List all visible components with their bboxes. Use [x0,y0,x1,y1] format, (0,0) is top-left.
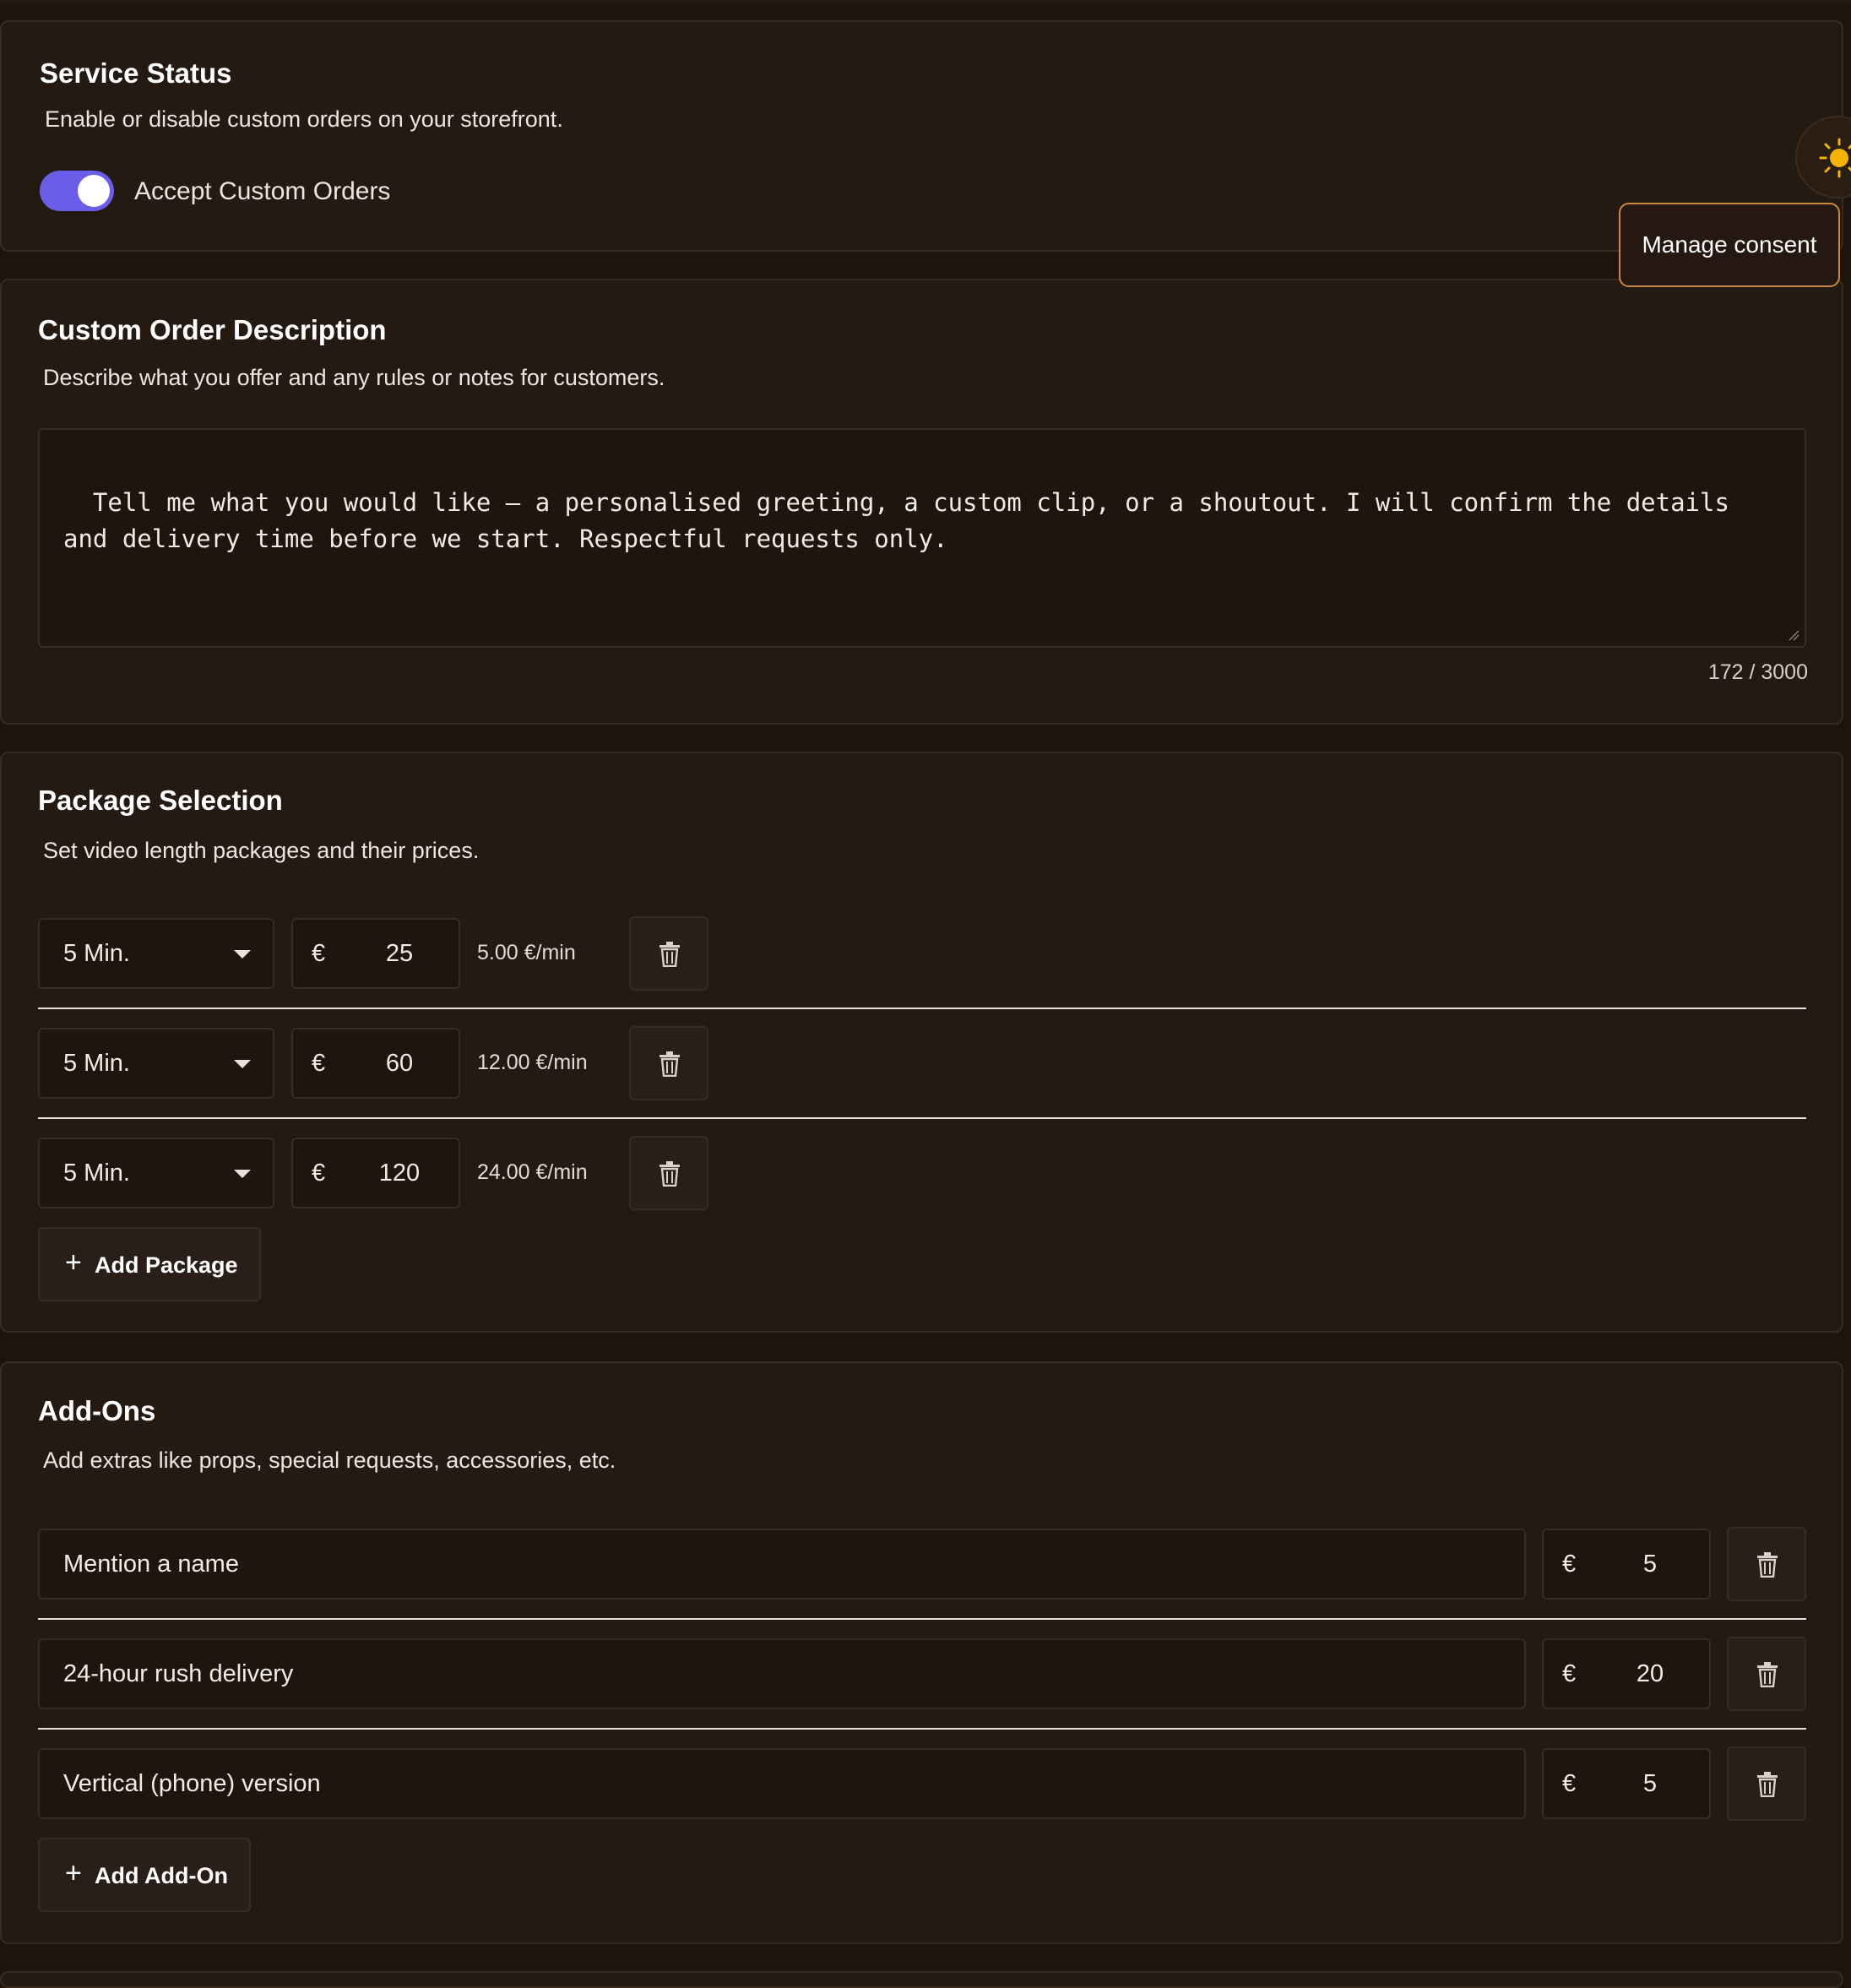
delete-package-button[interactable] [629,916,708,991]
top-edge [0,0,1851,5]
addon-name-value: 24-hour rush delivery [63,1660,294,1687]
addon-price-input[interactable]: € 5 [1542,1748,1711,1819]
description-textarea[interactable]: Tell me what you would like – a personal… [38,428,1806,648]
addon-name-value: Vertical (phone) version [63,1770,321,1797]
package-per-minute: 12.00 €/min [477,1051,588,1074]
package-price-value: 120 [378,1160,421,1187]
row-divider [38,1008,1806,1009]
package-per-minute: 24.00 €/min [477,1160,588,1184]
addon-price-value: 5 [1642,1551,1658,1578]
resize-grip-icon[interactable] [1788,629,1799,641]
character-counter: 172 / 3000 [1707,660,1808,684]
sun-icon [1819,138,1851,178]
euro-icon: € [312,1160,326,1187]
addons-title: Add-Ons [38,1395,156,1426]
addon-price-value: 20 [1636,1660,1664,1687]
trash-icon [1757,1552,1778,1578]
next-card-edge [0,1971,1843,1988]
package-length-select[interactable]: 5 Min. [38,1138,274,1209]
euro-icon: € [1562,1660,1577,1687]
euro-icon: € [1562,1551,1577,1578]
addon-name-value: Mention a name [63,1551,239,1578]
trash-icon [660,942,680,967]
add-addon-button[interactable]: + Add Add-On [38,1838,251,1912]
plus-icon: + [65,1857,82,1889]
plus-icon: + [65,1247,82,1279]
addon-price-value: 5 [1642,1770,1658,1797]
row-divider [38,1728,1806,1730]
package-length-select[interactable]: 5 Min. [38,1028,274,1099]
service-status-subtitle: Enable or disable custom orders on your … [45,106,563,132]
add-package-label: Add Package [95,1252,238,1278]
trash-icon [660,1051,680,1077]
package-per-minute: 5.00 €/min [477,941,576,964]
delete-addon-button[interactable] [1727,1746,1806,1821]
package-length-value: 5 Min. [63,1160,130,1187]
description-text: Tell me what you would like – a personal… [63,488,1745,553]
package-price-input[interactable]: € 60 [291,1028,460,1099]
package-length-value: 5 Min. [63,1050,130,1077]
delete-package-button[interactable] [629,1136,708,1210]
addon-price-input[interactable]: € 5 [1542,1529,1711,1600]
addon-price-input[interactable]: € 20 [1542,1638,1711,1709]
chevron-down-icon [234,1170,251,1178]
addons-subtitle: Add extras like props, special requests,… [43,1448,616,1473]
trash-icon [660,1161,680,1187]
package-title: Package Selection [38,785,283,816]
delete-addon-button[interactable] [1727,1637,1806,1711]
delete-package-button[interactable] [629,1026,708,1100]
trash-icon [1757,1772,1778,1797]
delete-addon-button[interactable] [1727,1527,1806,1601]
addon-name-input[interactable]: Mention a name [38,1529,1526,1600]
package-price-input[interactable]: € 120 [291,1138,460,1209]
row-divider [38,1117,1806,1119]
euro-icon: € [312,940,326,967]
accept-orders-label: Accept Custom Orders [134,177,391,205]
package-price-value: 60 [385,1050,414,1077]
euro-icon: € [1562,1770,1577,1797]
package-length-select[interactable]: 5 Min. [38,918,274,989]
package-price-value: 25 [385,940,414,967]
toggle-knob [78,175,110,207]
row-divider [38,1618,1806,1620]
manage-consent-button[interactable]: Manage consent [1619,203,1840,287]
add-package-button[interactable]: + Add Package [38,1227,261,1301]
package-subtitle: Set video length packages and their pric… [43,838,480,863]
euro-icon: € [312,1050,326,1077]
service-status-title: Service Status [40,57,232,89]
package-length-value: 5 Min. [63,940,130,967]
chevron-down-icon [234,1060,251,1068]
service-status-card: Service Status Enable or disable custom … [0,20,1843,252]
description-subtitle: Describe what you offer and any rules or… [43,365,665,390]
addon-name-input[interactable]: 24-hour rush delivery [38,1638,1526,1709]
add-addon-label: Add Add-On [95,1863,228,1888]
accept-orders-toggle[interactable] [40,171,114,211]
trash-icon [1757,1662,1778,1687]
addon-name-input[interactable]: Vertical (phone) version [38,1748,1526,1819]
package-price-input[interactable]: € 25 [291,918,460,989]
chevron-down-icon [234,950,251,959]
description-title: Custom Order Description [38,314,387,345]
